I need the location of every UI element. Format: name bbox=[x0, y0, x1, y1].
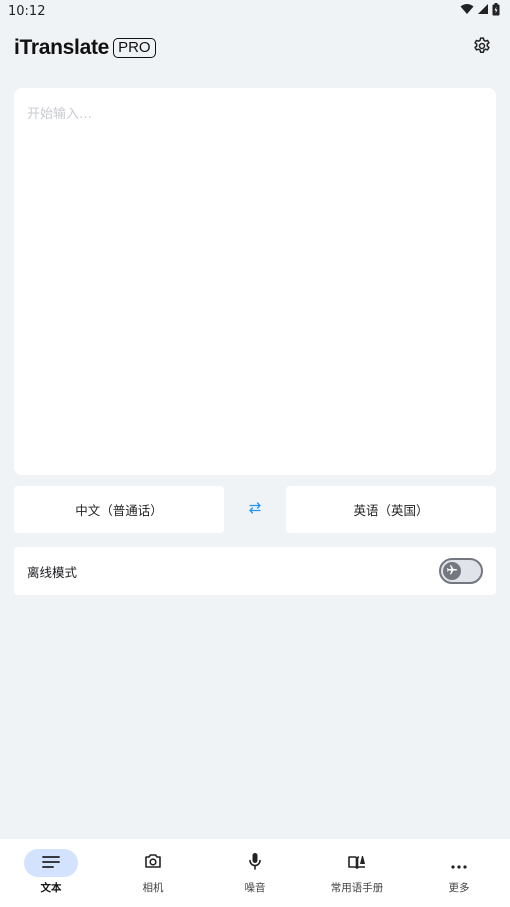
target-language-button[interactable]: 英语（英国） bbox=[286, 486, 496, 533]
camera-icon bbox=[144, 853, 162, 873]
swap-arrows-icon bbox=[247, 500, 263, 519]
status-icons bbox=[460, 2, 500, 20]
language-selector-row: 中文（普通话） 英语（英国） bbox=[14, 486, 496, 533]
toggle-knob bbox=[443, 562, 461, 580]
app-name: iTranslate bbox=[14, 36, 110, 59]
battery-icon bbox=[492, 2, 500, 20]
status-time: 10:12 bbox=[8, 3, 46, 19]
source-language-button[interactable]: 中文（普通话） bbox=[14, 486, 224, 533]
wifi-icon bbox=[460, 3, 474, 19]
phrasebook-icon bbox=[348, 854, 366, 873]
nav-active-indicator bbox=[24, 849, 78, 877]
nav-tab-more[interactable]: 更多 bbox=[408, 839, 510, 907]
app-logo: iTranslate PRO bbox=[14, 36, 156, 60]
text-lines-icon bbox=[42, 854, 60, 873]
nav-label-camera: 相机 bbox=[142, 882, 164, 894]
nav-icon-container bbox=[432, 849, 486, 877]
text-input-card bbox=[14, 88, 496, 475]
nav-label-phrasebook: 常用语手册 bbox=[330, 882, 384, 894]
nav-tab-phrasebook[interactable]: 常用语手册 bbox=[306, 839, 408, 907]
status-bar: 10:12 bbox=[0, 0, 510, 22]
nav-label-text: 文本 bbox=[40, 882, 62, 894]
nav-label-voice: 噪音 bbox=[244, 882, 266, 894]
source-language-label: 中文（普通话） bbox=[75, 503, 163, 518]
app-screen: 10:12 iTranslate PRO 开始输入… 中文（普通话） 英语（英国… bbox=[0, 0, 510, 907]
nav-icon-container bbox=[228, 849, 282, 877]
pro-badge: PRO bbox=[113, 38, 156, 58]
bottom-navigation: 文本 相机 噪音 常用语手册 更多 bbox=[0, 839, 510, 907]
nav-tab-camera[interactable]: 相机 bbox=[102, 839, 204, 907]
nav-tab-text[interactable]: 文本 bbox=[0, 839, 102, 907]
offline-mode-row: 离线模式 bbox=[14, 547, 496, 595]
more-dots-icon bbox=[451, 854, 467, 873]
cellular-signal-icon bbox=[477, 3, 489, 19]
nav-tab-voice[interactable]: 噪音 bbox=[204, 839, 306, 907]
settings-button[interactable] bbox=[470, 36, 494, 60]
offline-mode-toggle[interactable] bbox=[439, 558, 483, 584]
nav-icon-container bbox=[126, 849, 180, 877]
target-language-label: 英语（英国） bbox=[353, 503, 429, 518]
swap-languages-button[interactable] bbox=[245, 498, 265, 520]
airplane-icon bbox=[446, 564, 458, 579]
source-text-input[interactable] bbox=[14, 88, 496, 475]
microphone-icon bbox=[248, 852, 262, 874]
offline-mode-label: 离线模式 bbox=[27, 564, 78, 580]
gear-icon bbox=[472, 36, 492, 60]
app-header: iTranslate PRO bbox=[14, 30, 494, 66]
nav-icon-container bbox=[330, 849, 384, 877]
nav-label-more: 更多 bbox=[448, 882, 470, 894]
